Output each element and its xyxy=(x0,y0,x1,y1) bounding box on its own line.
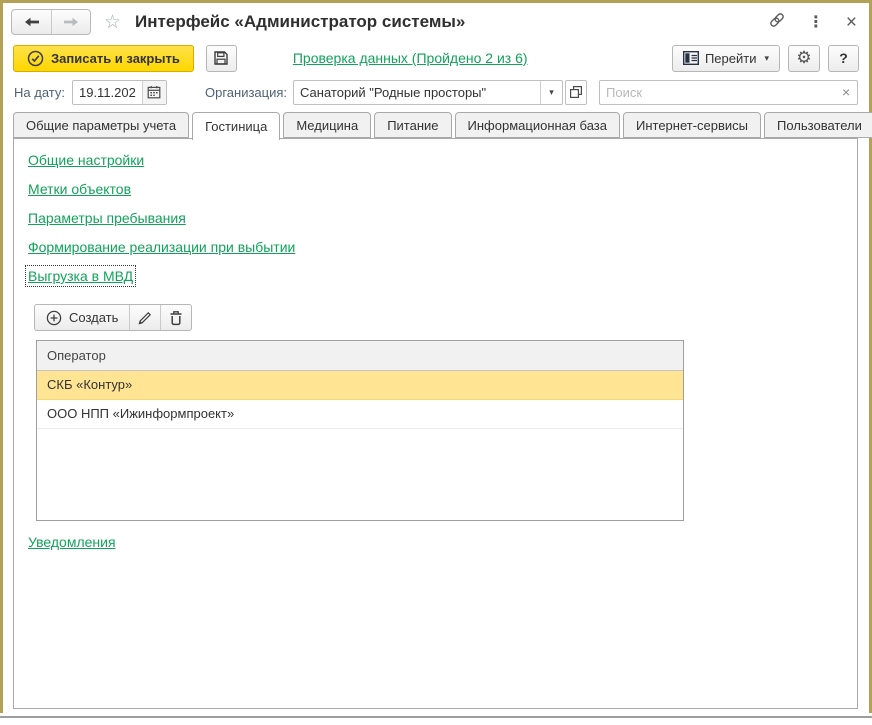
close-icon[interactable]: × xyxy=(846,13,857,32)
date-label: На дату: xyxy=(14,85,65,100)
command-bar: Записать и закрыть Проверка данных (Прой… xyxy=(3,42,869,74)
settings-gear-button[interactable]: ⚙ xyxy=(788,45,820,72)
back-button[interactable] xyxy=(12,10,51,34)
gear-icon: ⚙ xyxy=(796,48,811,68)
settings-links: Общие настройки Метки объектов Параметры п… xyxy=(28,152,857,286)
chevron-down-icon: ▾ xyxy=(764,53,769,64)
clear-x-icon: × xyxy=(842,84,850,100)
search-input[interactable] xyxy=(600,81,835,104)
title-bar: ☆ Интерфейс «Администратор системы» ⋮ × xyxy=(3,3,869,41)
trash-icon xyxy=(169,310,183,326)
tab-6[interactable]: Интернет-сервисы xyxy=(623,112,761,138)
form-window-icon xyxy=(683,51,699,65)
settings-link[interactable]: Формирование реализации при выбытии xyxy=(28,239,295,255)
tab-3[interactable]: Медицина xyxy=(283,112,371,138)
settings-link[interactable]: Метки объектов xyxy=(28,181,131,197)
history-nav-group xyxy=(11,9,91,35)
link-row: Параметры пребывания xyxy=(28,210,857,228)
table-row[interactable]: ООО НПП «Ижинформпроект» xyxy=(37,400,683,429)
operator-column-header[interactable]: Оператор xyxy=(37,341,683,371)
link-row: Общие настройки xyxy=(28,152,857,170)
tab-2[interactable]: Гостиница xyxy=(192,112,280,140)
link-row: Выгрузка в МВД xyxy=(28,268,857,286)
organization-input[interactable] xyxy=(294,81,540,104)
forward-arrow-icon xyxy=(64,17,78,27)
link-row: Формирование реализации при выбытии xyxy=(28,239,857,257)
help-button[interactable]: ? xyxy=(828,45,859,72)
operators-table: Оператор СКБ «Контур»ООО НПП «Ижинформпр… xyxy=(36,340,684,521)
date-input[interactable] xyxy=(73,81,142,104)
organization-field: ▾ xyxy=(293,80,563,105)
tab-5[interactable]: Информационная база xyxy=(455,112,620,138)
page-title: Интерфейс «Администратор системы» xyxy=(135,12,465,32)
save-and-close-button[interactable]: Записать и закрыть xyxy=(13,45,194,72)
operators-toolbar: Создать xyxy=(34,304,192,331)
date-field xyxy=(72,80,167,105)
tab-4[interactable]: Питание xyxy=(374,112,451,138)
back-arrow-icon xyxy=(25,17,39,27)
organization-open-button[interactable] xyxy=(565,80,587,105)
tab-7[interactable]: Пользователи xyxy=(764,112,872,138)
chevron-down-icon: ▾ xyxy=(549,87,554,98)
settings-link[interactable]: Общие настройки xyxy=(28,152,144,168)
filter-bar: На дату: Организация: ▾ × xyxy=(3,76,869,108)
search-clear-button[interactable]: × xyxy=(835,81,857,104)
calendar-picker-button[interactable] xyxy=(142,81,166,104)
pencil-icon xyxy=(137,310,153,326)
plus-circle-icon xyxy=(46,310,62,326)
calendar-icon xyxy=(147,85,161,99)
get-link-icon[interactable] xyxy=(768,11,786,34)
hotel-tab-panel: Общие настройки Метки объектов Параметры п… xyxy=(13,138,858,709)
notifications-link[interactable]: Уведомления xyxy=(28,534,116,550)
organization-label: Организация: xyxy=(205,85,287,100)
check-circle-icon xyxy=(27,50,44,67)
window-bottom-edge xyxy=(0,716,872,718)
forward-button[interactable] xyxy=(51,10,90,34)
table-row[interactable]: СКБ «Контур» xyxy=(37,371,683,400)
edit-button[interactable] xyxy=(130,305,160,330)
favorite-star-icon[interactable]: ☆ xyxy=(104,13,121,32)
organization-dropdown-button[interactable]: ▾ xyxy=(540,81,562,104)
data-check-link[interactable]: Проверка данных (Пройдено 2 из 6) xyxy=(293,50,528,66)
goto-button[interactable]: Перейти ▾ xyxy=(672,45,780,72)
settings-link[interactable]: Выгрузка в МВД xyxy=(28,268,133,284)
floppy-save-icon xyxy=(213,50,229,66)
delete-button[interactable] xyxy=(161,305,191,330)
operators-tbody: СКБ «Контур»ООО НПП «Ижинформпроект» xyxy=(37,371,683,429)
tab-bar: Общие параметры учетаГостиницаМедицинаПи… xyxy=(13,112,872,139)
open-form-icon xyxy=(570,86,582,98)
link-row: Метки объектов xyxy=(28,181,857,199)
save-button[interactable] xyxy=(206,45,237,72)
settings-link[interactable]: Параметры пребывания xyxy=(28,210,186,226)
more-menu-icon[interactable]: ⋮ xyxy=(808,12,824,32)
create-button[interactable]: Создать xyxy=(35,305,129,330)
search-field: × xyxy=(599,80,858,105)
tab-1[interactable]: Общие параметры учета xyxy=(13,112,189,138)
